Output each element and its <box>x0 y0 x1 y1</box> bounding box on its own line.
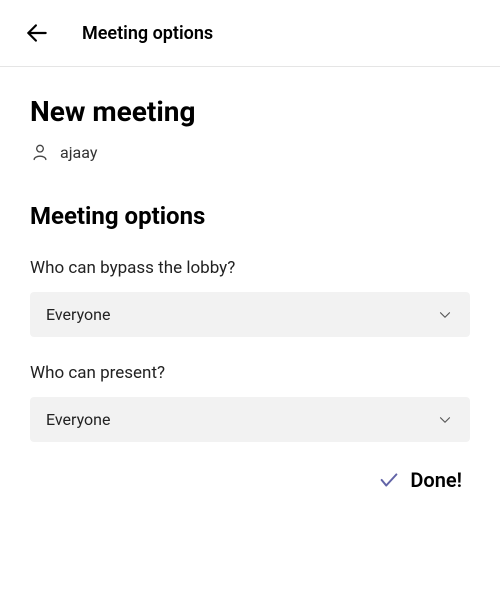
back-button[interactable] <box>20 16 54 50</box>
topbar-title: Meeting options <box>82 23 213 44</box>
done-label: Done! <box>410 468 462 492</box>
present-label: Who can present? <box>30 363 470 383</box>
content: New meeting ajaay Meeting options Who ca… <box>0 67 500 520</box>
section-title: Meeting options <box>30 202 470 230</box>
present-select[interactable]: Everyone <box>30 397 470 442</box>
person-icon <box>30 142 50 162</box>
arrow-left-icon <box>24 20 50 46</box>
bypass-lobby-select[interactable]: Everyone <box>30 292 470 337</box>
checkmark-icon <box>378 469 400 491</box>
chevron-down-icon <box>436 306 454 324</box>
chevron-down-icon <box>436 411 454 429</box>
done-row[interactable]: Done! <box>30 468 470 492</box>
present-value: Everyone <box>46 410 110 429</box>
organizer-name: ajaay <box>60 143 97 162</box>
organizer-row: ajaay <box>30 142 470 162</box>
page-title: New meeting <box>30 95 470 128</box>
bypass-lobby-label: Who can bypass the lobby? <box>30 258 470 278</box>
bypass-lobby-value: Everyone <box>46 305 110 324</box>
topbar: Meeting options <box>0 0 500 67</box>
